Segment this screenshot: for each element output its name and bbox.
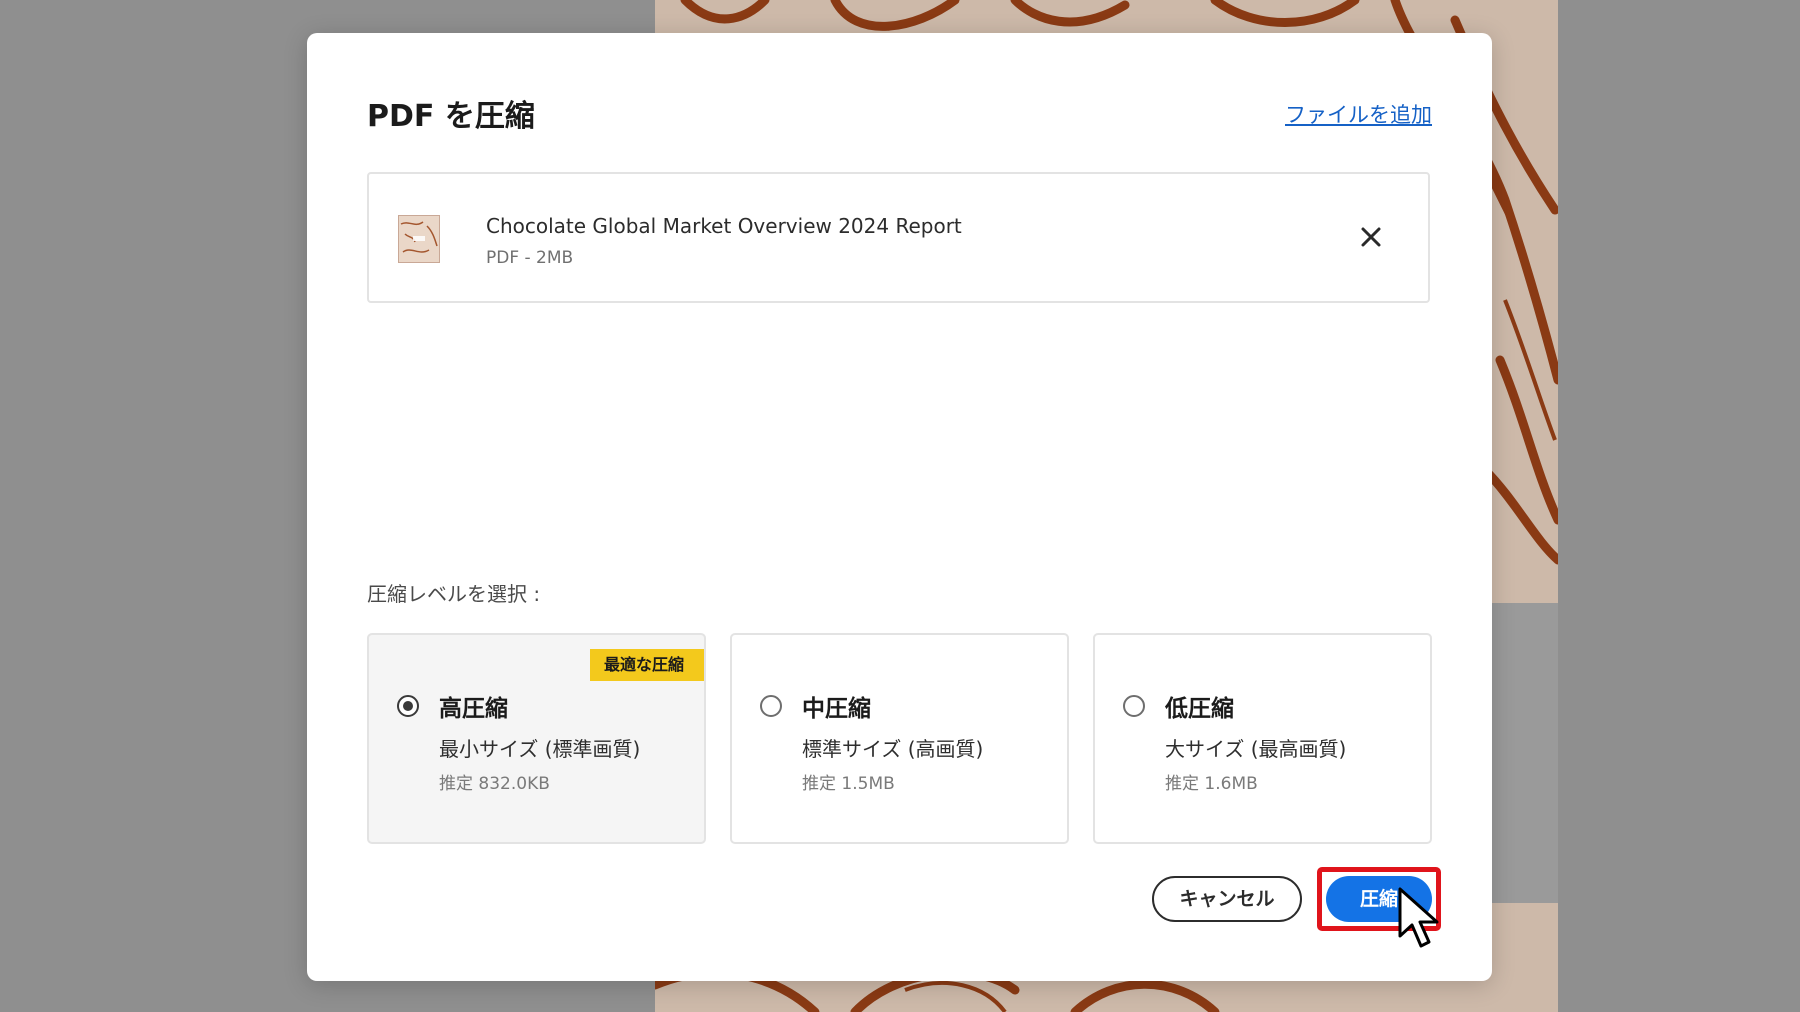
cancel-button[interactable]: キャンセル: [1152, 876, 1302, 922]
close-icon[interactable]: [1358, 224, 1384, 250]
option-description: 大サイズ (最高画質): [1165, 737, 1347, 761]
pdf-thumbnail-icon: [398, 215, 440, 263]
best-compression-badge: 最適な圧縮: [589, 649, 704, 681]
option-title: 中圧縮: [802, 696, 871, 722]
compress-button[interactable]: 圧縮: [1326, 876, 1432, 922]
option-title: 低圧縮: [1165, 696, 1234, 722]
compression-level-label: 圧縮レベルを選択 :: [367, 582, 541, 606]
option-description: 標準サイズ (高画質): [802, 737, 984, 761]
file-meta: PDF - 2MB: [486, 248, 574, 268]
option-description: 最小サイズ (標準画質): [439, 737, 641, 761]
radio-medium-compression[interactable]: [760, 695, 782, 717]
option-high-compression[interactable]: 最適な圧縮 高圧縮 最小サイズ (標準画質) 推定 832.0KB: [367, 633, 706, 844]
option-estimate: 推定 832.0KB: [439, 774, 550, 794]
option-estimate: 推定 1.5MB: [802, 774, 895, 794]
file-card: Chocolate Global Market Overview 2024 Re…: [367, 172, 1430, 303]
dialog-title: PDF を圧縮: [367, 99, 535, 134]
option-low-compression[interactable]: 低圧縮 大サイズ (最高画質) 推定 1.6MB: [1093, 633, 1432, 844]
radio-high-compression[interactable]: [397, 695, 419, 717]
radio-low-compression[interactable]: [1123, 695, 1145, 717]
background-right-panel: [1558, 0, 1800, 1012]
file-name: Chocolate Global Market Overview 2024 Re…: [486, 214, 962, 238]
option-title: 高圧縮: [439, 696, 508, 722]
add-file-link[interactable]: ファイルを追加: [1285, 99, 1432, 129]
option-medium-compression[interactable]: 中圧縮 標準サイズ (高画質) 推定 1.5MB: [730, 633, 1069, 844]
compress-pdf-dialog: PDF を圧縮 ファイルを追加 Chocolate Global Market …: [307, 33, 1492, 981]
option-estimate: 推定 1.6MB: [1165, 774, 1258, 794]
